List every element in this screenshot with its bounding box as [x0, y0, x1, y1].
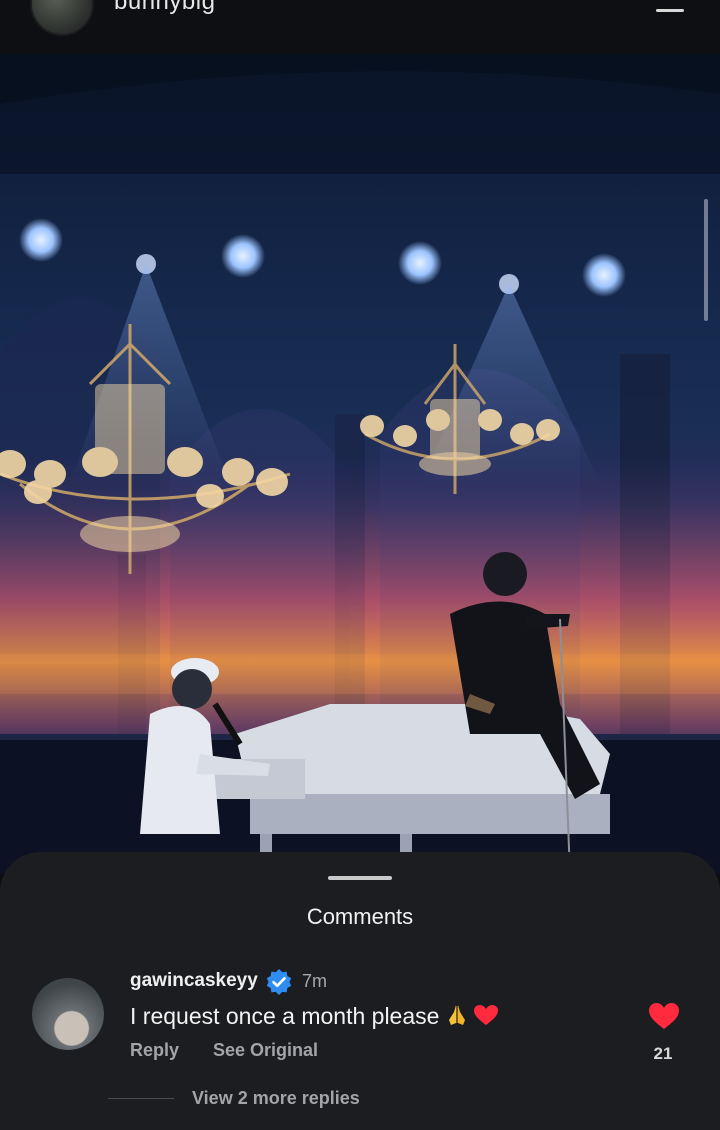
- replies-divider: [108, 1098, 174, 1099]
- minimize-icon[interactable]: [656, 9, 684, 12]
- view-more-replies-button[interactable]: View 2 more replies: [192, 1088, 360, 1109]
- commenter-avatar[interactable]: [32, 978, 104, 1050]
- see-original-button[interactable]: See Original: [213, 1040, 318, 1061]
- top-bar: bunnybig: [0, 0, 720, 54]
- reply-button[interactable]: Reply: [130, 1040, 179, 1061]
- like-heart-icon[interactable]: [648, 1002, 680, 1030]
- poster-username[interactable]: bunnybig: [114, 0, 215, 16]
- comment-body: I request once a month please: [130, 1003, 440, 1029]
- comment-text: I request once a month please: [130, 1003, 499, 1030]
- comments-title: Comments: [306, 904, 414, 929]
- scroll-indicator[interactable]: [704, 199, 708, 321]
- verified-badge-icon: [266, 969, 292, 995]
- poster-avatar[interactable]: [30, 0, 94, 36]
- drag-handle[interactable]: [328, 876, 392, 880]
- comment-timestamp: 7m: [302, 971, 328, 991]
- post-photo[interactable]: [0, 54, 720, 874]
- like-count: 21: [653, 1044, 673, 1063]
- commenter-username[interactable]: gawincaskeyy: [130, 970, 258, 992]
- red-heart-icon: [474, 1005, 499, 1025]
- folded-hands-icon: [449, 1005, 466, 1025]
- comments-sheet: Comments gawincaskeyy 7m I request once …: [0, 852, 720, 1130]
- concert-stage-illustration: [0, 54, 720, 874]
